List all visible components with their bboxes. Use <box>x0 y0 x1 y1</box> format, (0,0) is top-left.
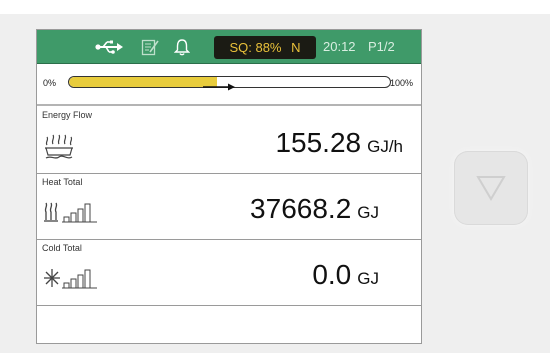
down-button[interactable] <box>454 151 528 225</box>
cold-total-unit: GJ <box>357 269 379 288</box>
usb-icon <box>95 37 123 57</box>
progress-fill <box>69 77 217 87</box>
clock-time: 20:12 <box>323 39 356 54</box>
heat-total-label: Heat Total <box>42 177 83 187</box>
signal-status-text: N <box>291 40 301 55</box>
energy-flow-label: Energy Flow <box>42 110 93 120</box>
progress-min-label: 0% <box>43 78 57 88</box>
progress-row: 0% 100% <box>37 66 421 106</box>
cold-total-label: Cold Total <box>42 243 82 253</box>
energy-flow-value: 155.28 GJ/h <box>275 127 403 159</box>
cold-total-number: 0.0 <box>312 259 352 290</box>
display-screen: SQ: 88% N 20:12 P1/2 0% 100% Energy Flow <box>36 29 422 344</box>
heat-total-unit: GJ <box>357 203 379 222</box>
heat-total-row: Heat Total 37668.2 GJ <box>37 174 421 240</box>
cold-level-icon <box>43 266 99 295</box>
flow-icon <box>43 134 75 165</box>
energy-flow-unit: GJ/h <box>367 137 403 156</box>
device-panel: SQ: 88% N 20:12 P1/2 0% 100% Energy Flow <box>0 0 550 353</box>
status-bar: SQ: 88% N 20:12 P1/2 <box>37 30 421 64</box>
cold-total-row: Cold Total 0.0 GJ <box>37 240 421 306</box>
progress-max-label: 100% <box>390 78 414 88</box>
signal-quality-text: SQ: 88% <box>229 40 282 55</box>
energy-flow-number: 155.28 <box>275 127 362 158</box>
heat-total-number: 37668.2 <box>250 193 352 224</box>
device-top-edge <box>0 0 550 14</box>
energy-flow-row: Energy Flow 155.28 GJ/h <box>37 107 421 174</box>
triangle-down-icon <box>476 175 506 206</box>
cold-total-value: 0.0 GJ <box>312 259 379 291</box>
edit-document-icon <box>141 37 159 57</box>
empty-row <box>37 306 421 343</box>
arrow-right-icon <box>203 78 235 96</box>
heat-level-icon <box>43 200 99 229</box>
signal-quality-badge: SQ: 88% N <box>214 36 316 59</box>
page-indicator: P1/2 <box>368 39 395 54</box>
heat-total-value: 37668.2 GJ <box>250 193 379 225</box>
bell-icon <box>174 37 190 57</box>
